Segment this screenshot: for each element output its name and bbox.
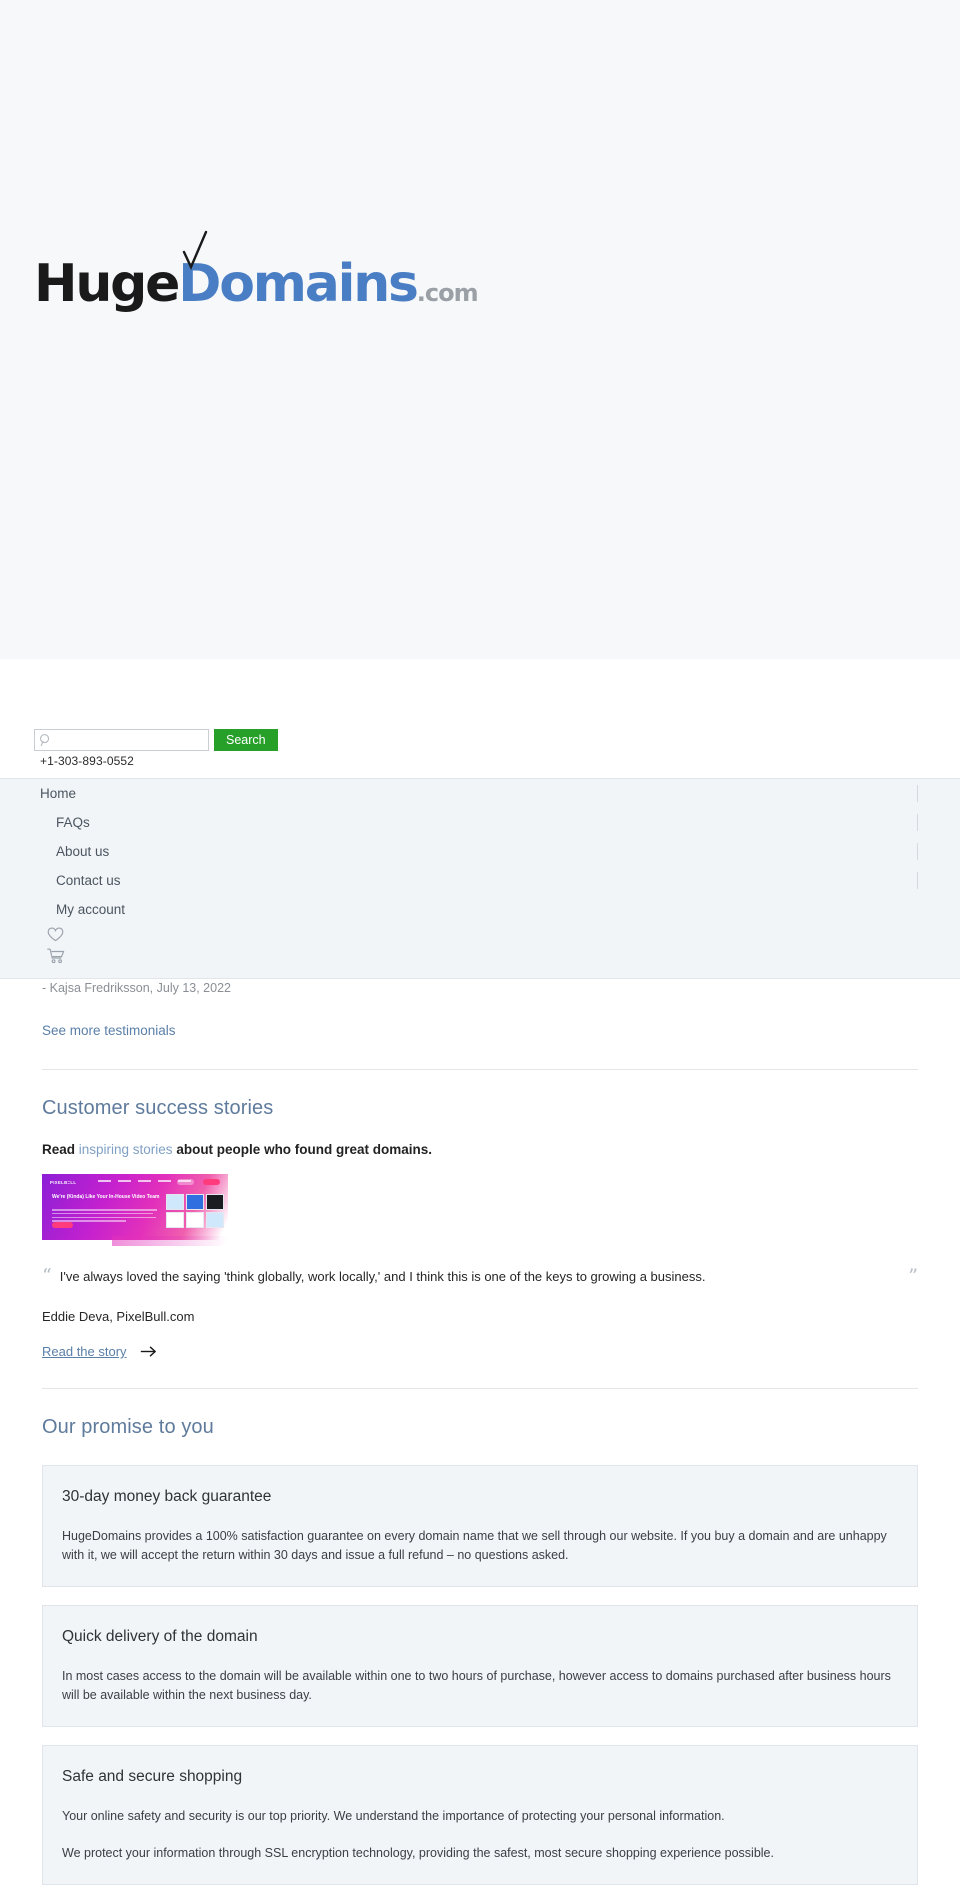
promise-card-title: Quick delivery of the domain <box>62 1628 258 1645</box>
nav-item-my-account[interactable]: My account <box>0 895 960 924</box>
inspiring-stories-link[interactable]: inspiring stories <box>79 1142 173 1157</box>
search-field-wrapper[interactable] <box>34 729 209 751</box>
nav-divider <box>917 785 918 802</box>
section-divider <box>42 1388 918 1389</box>
promise-card-quick-delivery: Quick delivery of the domain In most cas… <box>42 1605 918 1727</box>
success-story-thumbnail[interactable]: PIXELB=LL We're (Kinda) Like Your In-Hou… <box>42 1174 228 1246</box>
search-button[interactable]: Search <box>214 729 278 751</box>
nav-item-contact-us[interactable]: Contact us <box>0 866 960 895</box>
nav-item-label: My account <box>56 902 126 917</box>
promise-card-body: In most cases access to the domain will … <box>62 1669 891 1702</box>
quote-open-icon: “ <box>42 1265 52 1287</box>
thumbnail-canvas: PIXELB=LL We're (Kinda) Like Your In-Hou… <box>42 1174 228 1240</box>
logo-wordmark: HugeDomains.com <box>34 230 479 310</box>
cart-icon[interactable] <box>47 948 65 964</box>
nav-item-about-us[interactable]: About us <box>0 837 960 866</box>
thumbnail-headline: We're (Kinda) Like Your In-House Video T… <box>52 1194 160 1200</box>
section-divider <box>42 1069 918 1070</box>
promise-card-title: Safe and secure shopping <box>62 1768 243 1785</box>
success-story-quote: “ I've always loved the saying 'think gl… <box>42 1265 918 1287</box>
promise-card-body: We protect your information through SSL … <box>62 1846 774 1860</box>
thumbnail-swoosh <box>112 1236 228 1246</box>
nav-item-faqs[interactable]: FAQs <box>0 808 960 837</box>
heart-icon[interactable] <box>47 927 64 942</box>
promise-card-body: HugeDomains provides a 100% satisfaction… <box>62 1529 887 1562</box>
search-icon <box>40 734 50 747</box>
arrow-right-icon[interactable] <box>140 1345 157 1358</box>
lede-after: about people who found great domains. <box>172 1142 433 1157</box>
quote-text: I've always loved the saying 'think glob… <box>59 1269 706 1284</box>
nav-icon-group <box>0 924 960 964</box>
nav-divider <box>917 843 918 860</box>
nav-divider <box>917 872 918 889</box>
customer-success-stories-title: Customer success stories <box>42 1097 274 1119</box>
main-content: - Kajsa Fredriksson, July 13, 2022 See m… <box>0 979 960 1885</box>
nav-item-label: Contact us <box>56 873 121 888</box>
thumbnail-cta-pill <box>203 1179 220 1185</box>
promise-card-money-back: 30-day money back guarantee HugeDomains … <box>42 1465 918 1587</box>
hero-band: HugeDomains.com Search +1-303-893-0552 <box>0 0 960 768</box>
success-stories-lede: Read inspiring stories about people who … <box>42 1142 918 1157</box>
thumbnail-button <box>52 1222 73 1228</box>
see-more-testimonials-link[interactable]: See more testimonials <box>42 1023 176 1038</box>
testimonial-attribution: - Kajsa Fredriksson, July 13, 2022 <box>42 981 231 995</box>
nav-item-label: FAQs <box>56 815 90 830</box>
logo-huge-text: Huge <box>34 254 180 314</box>
nav-item-label: Home <box>40 786 77 801</box>
checkmark-icon <box>182 230 208 270</box>
main-navigation: Home FAQs About us Contact us My account <box>0 778 960 979</box>
thumbnail-brand: PIXELB=LL <box>50 1180 77 1185</box>
quote-author: Eddie Deva, PixelBull.com <box>42 1309 195 1324</box>
nav-divider <box>917 814 918 831</box>
quote-close-icon: ” <box>908 1265 918 1287</box>
our-promise-title: Our promise to you <box>42 1416 214 1438</box>
logo-domains-text: Domains <box>178 254 419 314</box>
promise-card-title: 30-day money back guarantee <box>62 1488 272 1505</box>
phone-number: +1-303-893-0552 <box>40 754 134 768</box>
promise-card-safe-secure: Safe and secure shopping Your online saf… <box>42 1745 918 1885</box>
read-the-story-row: Read the story <box>42 1344 918 1359</box>
thumbnail-tile-grid <box>166 1194 224 1228</box>
read-the-story-link[interactable]: Read the story <box>42 1344 127 1359</box>
promise-card-body: Your online safety and security is our t… <box>62 1809 725 1823</box>
nav-item-label: About us <box>56 844 110 859</box>
search-bar: Search <box>34 729 278 751</box>
search-input[interactable] <box>52 731 202 749</box>
thumbnail-login-pill <box>177 1179 194 1185</box>
nav-item-home[interactable]: Home <box>0 779 960 808</box>
lede-before: Read <box>42 1142 79 1157</box>
logo-com-text: .com <box>416 279 479 307</box>
site-logo[interactable]: HugeDomains.com <box>34 230 479 353</box>
